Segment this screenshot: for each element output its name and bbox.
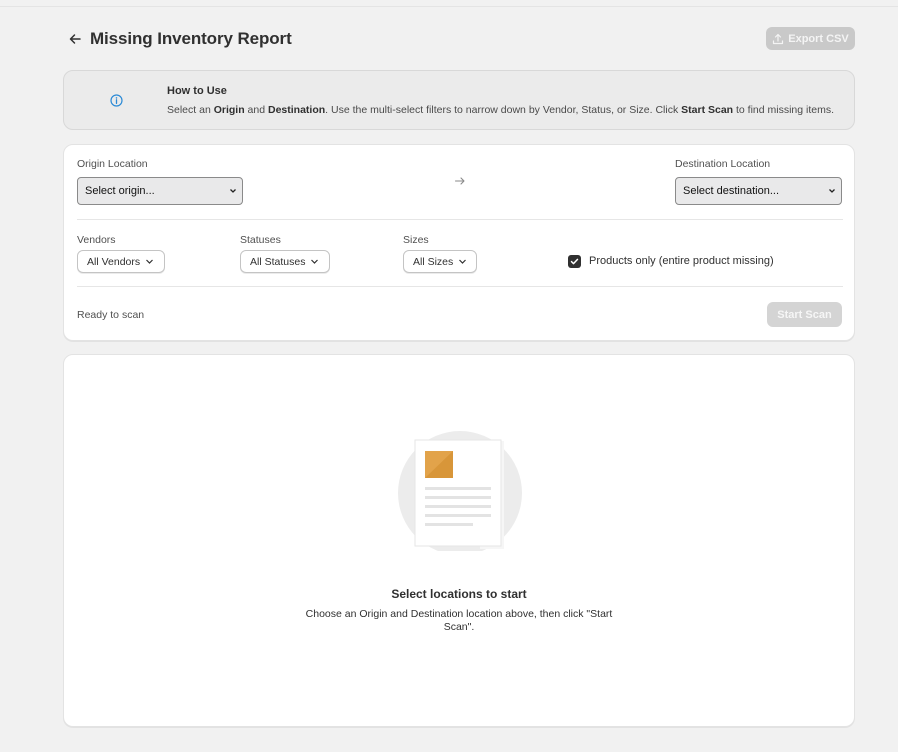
export-csv-button[interactable]: Export CSV [766, 27, 855, 50]
export-csv-label: Export CSV [788, 32, 849, 45]
filters-card: Origin Location Select origin... Destina… [63, 144, 855, 341]
origin-label: Origin Location [77, 158, 148, 170]
how-to-use-banner: How to Use Select an Origin and Destinat… [63, 70, 855, 130]
info-icon [110, 94, 123, 107]
chevron-down-icon [459, 259, 467, 264]
sizes-filter[interactable]: All Sizes [403, 250, 477, 273]
vendors-filter-value: All Vendors [87, 255, 141, 268]
sizes-label: Sizes [403, 234, 429, 246]
products-only-label[interactable]: Products only (entire product missing) [589, 255, 774, 267]
statuses-filter[interactable]: All Statuses [240, 250, 330, 273]
origin-select[interactable]: Select origin... [77, 177, 243, 205]
vendors-label: Vendors [77, 234, 116, 246]
vendors-filter[interactable]: All Vendors [77, 250, 165, 273]
scan-status: Ready to scan [77, 309, 145, 321]
results-card: Select locations to start Choose an Orig… [63, 354, 855, 727]
page-header: Missing Inventory Report Export CSV [64, 26, 855, 52]
origin-select-value: Select origin... [85, 185, 155, 197]
chevron-down-icon [146, 259, 154, 264]
destination-label: Destination Location [675, 158, 771, 170]
products-only-checkbox[interactable] [568, 255, 581, 268]
checkmark-icon [570, 258, 579, 265]
statuses-filter-value: All Statuses [250, 255, 306, 268]
start-scan-button[interactable]: Start Scan [767, 302, 842, 327]
arrow-left-icon [69, 34, 81, 44]
statuses-label: Statuses [240, 234, 281, 246]
upload-icon [773, 33, 784, 44]
chevron-down-icon [829, 189, 835, 193]
document-illustration-icon [398, 431, 522, 551]
destination-select-value: Select destination... [683, 185, 780, 197]
top-divider [0, 6, 898, 7]
section-divider [77, 219, 843, 220]
how-to-use-text: Select an Origin and Destination. Use th… [167, 104, 835, 116]
empty-state-title: Select locations to start [391, 587, 527, 601]
chevron-down-icon [230, 189, 236, 193]
chevron-down-icon [311, 259, 319, 264]
section-divider [77, 286, 843, 287]
empty-state-description: Choose an Origin and Destination locatio… [305, 608, 613, 633]
back-button[interactable] [64, 28, 86, 50]
how-to-use-title: How to Use [167, 85, 227, 97]
arrow-right-icon [454, 177, 465, 185]
page-title: Missing Inventory Report [90, 29, 292, 48]
sizes-filter-value: All Sizes [413, 255, 454, 268]
destination-select[interactable]: Select destination... [675, 177, 842, 205]
